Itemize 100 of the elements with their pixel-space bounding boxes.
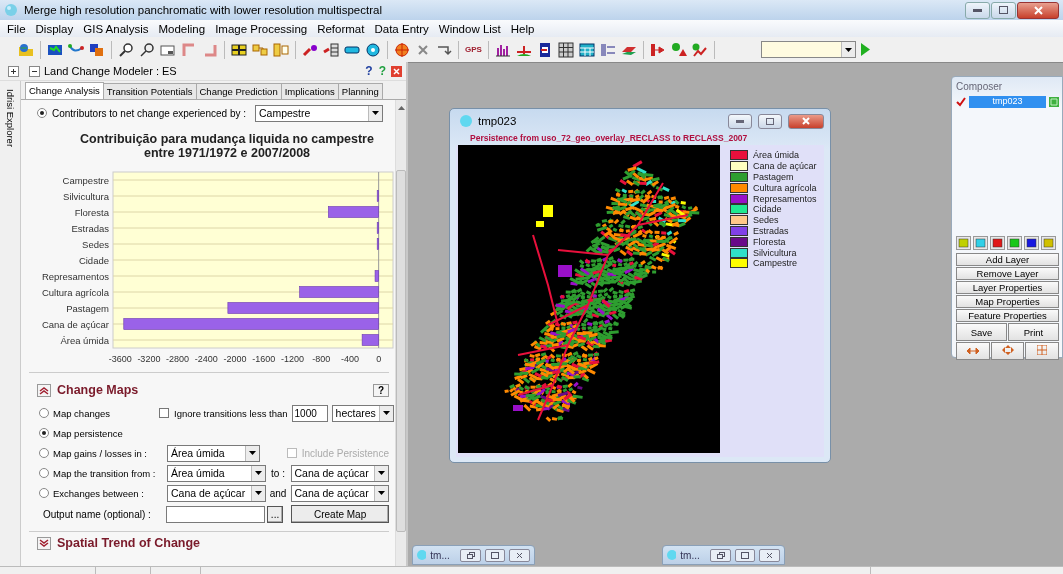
target-icon[interactable] — [365, 41, 381, 58]
close-button[interactable] — [1017, 1, 1059, 19]
close-icon[interactable] — [391, 65, 402, 77]
radio-button[interactable] — [37, 108, 47, 118]
section-title[interactable]: Change Maps — [57, 383, 139, 397]
category-dropdown[interactable]: Cana de açúcar — [290, 464, 389, 482]
restore-button[interactable] — [710, 548, 731, 562]
minimize-button[interactable] — [728, 113, 752, 129]
menu-item[interactable]: GIS Analysis — [78, 22, 154, 35]
restore-button[interactable] — [460, 548, 481, 562]
print-button[interactable]: Print — [1008, 323, 1059, 341]
dropdown-arrow-icon[interactable] — [254, 491, 262, 495]
close-button[interactable] — [759, 548, 780, 562]
create-map-button[interactable]: Create Map — [291, 505, 389, 523]
checkbox[interactable] — [159, 408, 169, 418]
maximize-button[interactable] — [484, 548, 506, 562]
category-dropdown[interactable]: Campestre — [255, 104, 383, 122]
arrows-button[interactable] — [990, 342, 1025, 360]
zoom-in-icon[interactable] — [118, 41, 134, 58]
radio-button[interactable] — [39, 468, 49, 478]
tab[interactable]: Change Prediction — [195, 83, 282, 99]
color-square-icon[interactable] — [1007, 236, 1022, 250]
menu-item[interactable]: Data Entry — [369, 22, 434, 35]
color-square-icon[interactable] — [1024, 236, 1039, 250]
category-dropdown[interactable]: Cana de açúcar — [290, 484, 389, 502]
category-dropdown[interactable]: Área úmida — [167, 464, 266, 482]
threshold-field[interactable]: 1000 — [291, 404, 328, 422]
tab[interactable]: Transition Potentials — [102, 83, 197, 99]
list-icon[interactable] — [599, 41, 616, 58]
menu-item[interactable]: Reformat — [312, 22, 370, 35]
close-button[interactable] — [509, 548, 530, 562]
section-title[interactable]: Spatial Trend of Change — [57, 536, 201, 550]
arrows-button[interactable] — [956, 342, 990, 360]
linked-boxes-icon[interactable] — [273, 41, 289, 58]
radio-button[interactable] — [39, 448, 49, 458]
linked-boxes-icon[interactable] — [252, 41, 268, 58]
color-square-icon[interactable] — [990, 236, 1005, 250]
radio-button[interactable] — [39, 428, 49, 438]
tab[interactable]: Implications — [280, 83, 339, 99]
browse-button[interactable]: ... — [266, 505, 284, 523]
collapse-icon[interactable] — [37, 383, 51, 397]
close-button[interactable] — [788, 113, 824, 129]
legend-label: Campestre — [753, 258, 797, 269]
tab[interactable]: Planning — [337, 83, 383, 99]
composer-button[interactable]: Add Layer — [956, 253, 1059, 266]
play-icon[interactable] — [860, 43, 870, 56]
category-dropdown[interactable]: Área úmida — [167, 444, 260, 462]
grid-icon[interactable] — [231, 41, 247, 58]
folder-globe-icon[interactable] — [18, 41, 34, 58]
scrollbar[interactable] — [395, 100, 406, 566]
menu-item[interactable]: Display — [30, 22, 79, 35]
radio-button[interactable] — [39, 488, 49, 498]
dropdown-arrow-icon[interactable] — [382, 411, 390, 415]
shapes-icon[interactable] — [89, 41, 105, 58]
dropdown-arrow-icon[interactable] — [248, 451, 256, 455]
expand-icon[interactable] — [8, 65, 19, 77]
table-arrow-icon[interactable] — [323, 41, 339, 58]
category-label: Pastagem — [66, 302, 109, 314]
output-name-field[interactable] — [165, 505, 265, 523]
composer-button[interactable]: Remove Layer — [956, 267, 1059, 280]
menu-item[interactable]: Help — [505, 22, 540, 35]
maximize-button[interactable] — [758, 113, 782, 129]
help-button[interactable]: ? — [372, 383, 389, 397]
radio-button[interactable] — [39, 408, 49, 418]
shapes-icon[interactable] — [670, 41, 687, 58]
help-button[interactable]: ? — [364, 64, 374, 78]
menu-item[interactable]: File — [2, 22, 31, 35]
color-square-icon[interactable] — [973, 236, 988, 250]
dropdown-arrow-icon[interactable] — [254, 471, 262, 475]
scroll-up-icon[interactable] — [397, 106, 405, 110]
menu-item[interactable]: Modeling — [153, 22, 211, 35]
units-dropdown[interactable]: hectares — [331, 404, 394, 422]
crosshair-icon[interactable] — [394, 41, 410, 58]
table-icon[interactable] — [578, 41, 595, 58]
menu-item[interactable]: Image Processing — [210, 22, 313, 35]
composer-button[interactable]: Map Properties — [956, 295, 1059, 308]
minimized-window[interactable]: tm... — [662, 545, 785, 565]
category-dropdown[interactable]: Cana de açúcar — [167, 484, 266, 502]
maximize-button[interactable] — [734, 548, 756, 562]
save-button[interactable]: Save — [956, 323, 1007, 341]
dropdown-arrow-icon[interactable] — [378, 491, 385, 495]
dropdown-arrow-icon[interactable] — [378, 471, 385, 475]
grid-button[interactable] — [1025, 342, 1059, 360]
minimized-window[interactable]: tm... — [412, 545, 535, 565]
dropdown-arrow-icon[interactable] — [844, 47, 852, 52]
zoom-out-icon[interactable] — [139, 41, 155, 58]
gps-button[interactable]: GPS — [465, 45, 482, 54]
tab[interactable]: Change Analysis — [25, 82, 104, 99]
grid-icon[interactable] — [557, 41, 574, 58]
menu-item[interactable]: Window List — [433, 22, 506, 35]
composer-button[interactable]: Layer Properties — [956, 281, 1059, 294]
maximize-button[interactable] — [991, 1, 1016, 19]
visibility-checkmark-icon[interactable] — [956, 97, 966, 107]
expand-icon[interactable] — [37, 536, 51, 550]
window-title: tmp023 — [478, 115, 517, 127]
line-chart-icon[interactable] — [691, 41, 708, 58]
dropdown-arrow-icon[interactable] — [372, 111, 379, 115]
collapse-icon[interactable] — [29, 65, 40, 77]
composer-button[interactable]: Feature Properties — [956, 309, 1059, 322]
minimize-button[interactable] — [965, 1, 990, 19]
